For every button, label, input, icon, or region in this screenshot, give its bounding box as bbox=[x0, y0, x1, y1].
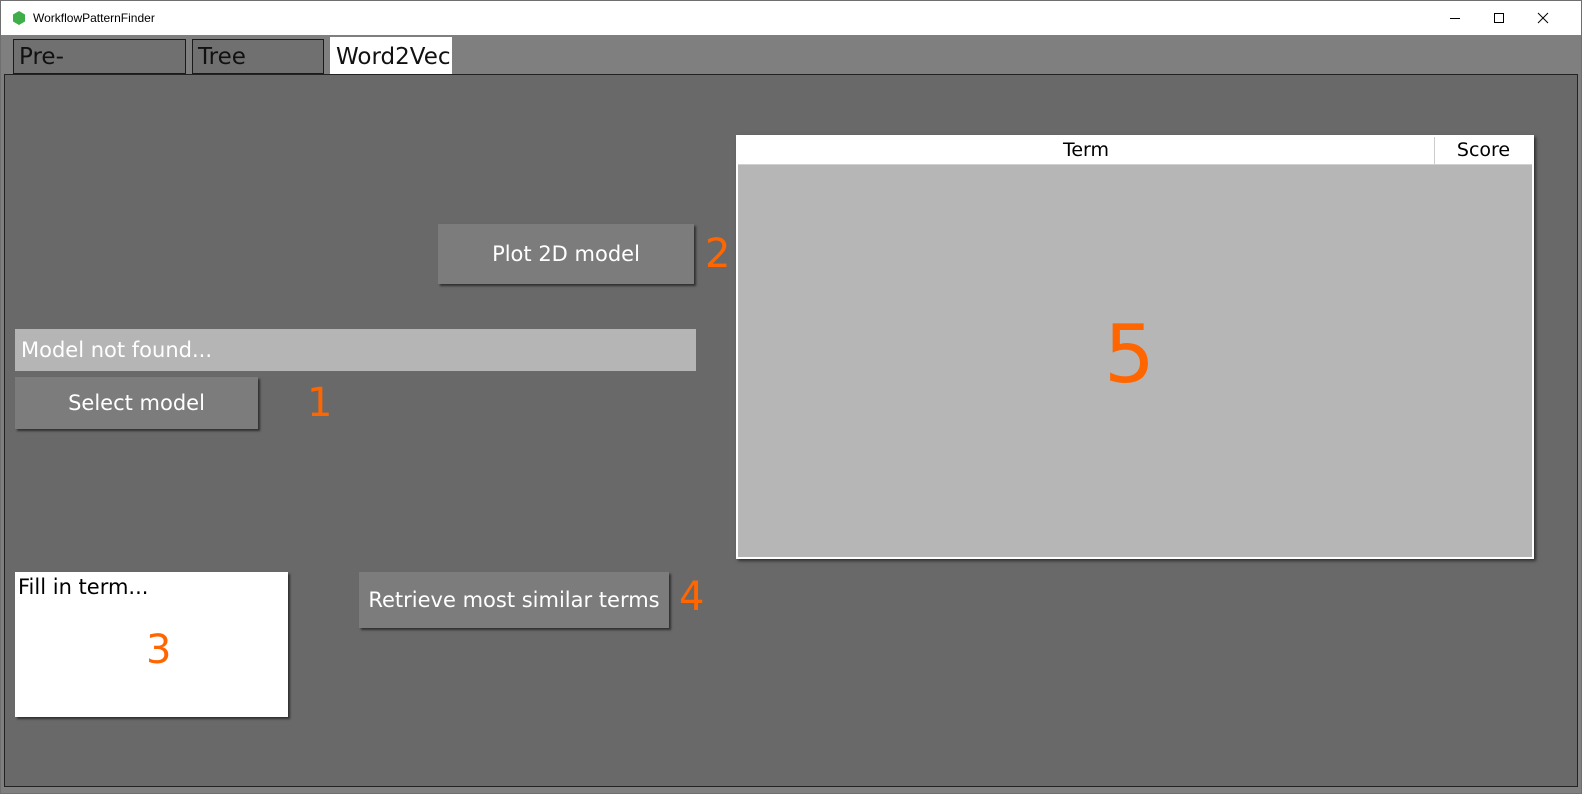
maximize-icon bbox=[1494, 13, 1504, 23]
term-input[interactable]: Fill in term... 3 bbox=[15, 572, 288, 717]
tab-word2vec[interactable]: Word2Vec bbox=[330, 37, 452, 75]
term-input-placeholder: Fill in term... bbox=[18, 575, 149, 599]
table-header: Term Score bbox=[738, 137, 1532, 165]
similar-terms-table[interactable]: Term Score 5 bbox=[736, 135, 1534, 559]
tab-pre-processing[interactable]: Pre-processing bbox=[13, 39, 186, 105]
model-path-display: Model not found... bbox=[15, 329, 696, 371]
title-bar: WorkflowPatternFinder bbox=[1, 1, 1581, 35]
annotation-2: 2 bbox=[705, 231, 731, 277]
word2vec-panel: Plot 2D model 2 Model not found... Selec… bbox=[4, 74, 1578, 787]
close-icon bbox=[1537, 12, 1549, 24]
plot-2d-model-button[interactable]: Plot 2D model bbox=[438, 224, 694, 284]
maximize-button[interactable] bbox=[1477, 1, 1521, 35]
select-model-button[interactable]: Select model bbox=[15, 377, 258, 429]
retrieve-similar-terms-button[interactable]: Retrieve most similar terms bbox=[359, 572, 669, 628]
annotation-3: 3 bbox=[146, 627, 172, 673]
app-window: WorkflowPatternFinder Pre-processing Tre… bbox=[0, 0, 1582, 794]
window-title: WorkflowPatternFinder bbox=[33, 11, 155, 25]
minimize-button[interactable] bbox=[1433, 1, 1477, 35]
annotation-1: 1 bbox=[307, 380, 333, 426]
column-header-score[interactable]: Score bbox=[1435, 137, 1532, 164]
annotation-4: 4 bbox=[679, 574, 705, 620]
annotation-5: 5 bbox=[1104, 308, 1155, 401]
minimize-icon bbox=[1450, 18, 1460, 19]
column-header-term[interactable]: Term bbox=[738, 137, 1435, 164]
app-icon bbox=[13, 11, 25, 25]
tab-tree-finder[interactable]: Tree Finder bbox=[192, 39, 324, 105]
close-button[interactable] bbox=[1521, 1, 1565, 35]
